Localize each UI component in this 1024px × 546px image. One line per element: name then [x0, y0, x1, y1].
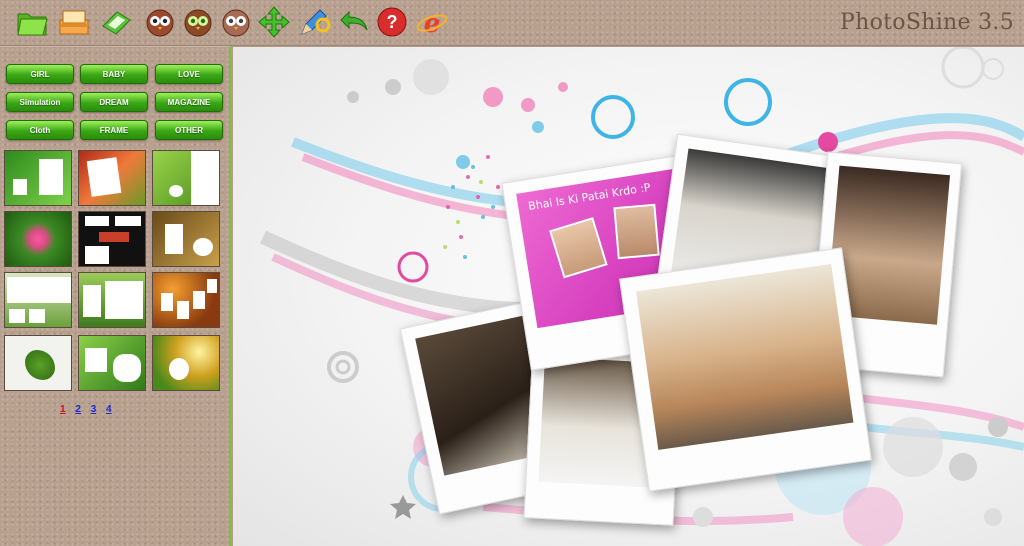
template-thumbnail[interactable] [4, 211, 72, 267]
page-link-3[interactable]: 3 [91, 404, 97, 415]
open-folder-icon[interactable] [14, 4, 50, 40]
template-thumbnail[interactable] [4, 150, 72, 206]
category-frame-button[interactable]: FRAME [80, 120, 148, 140]
sidebar: GIRL BABY LOVE Simulation DREAM MAGAZINE… [0, 46, 231, 546]
category-baby-button[interactable]: BABY [80, 64, 148, 84]
move-arrows-icon[interactable] [256, 4, 292, 40]
help-icon[interactable]: ? [374, 4, 410, 40]
category-girl-button[interactable]: GIRL [6, 64, 74, 84]
template-thumbnail[interactable] [78, 272, 146, 328]
svg-text:?: ? [387, 12, 398, 32]
category-cloth-button[interactable]: Cloth [6, 120, 74, 140]
category-simulation-button[interactable]: Simulation [6, 92, 74, 112]
edit-pencil-icon[interactable] [296, 4, 332, 40]
page-link-4[interactable]: 4 [106, 404, 112, 415]
template-thumbnail[interactable] [78, 150, 146, 206]
category-dream-button[interactable]: DREAM [80, 92, 148, 112]
template-thumbnail[interactable] [78, 211, 146, 267]
owl-icon[interactable] [142, 4, 178, 40]
category-other-button[interactable]: OTHER [155, 120, 223, 140]
category-magazine-button[interactable]: MAGAZINE [155, 92, 223, 112]
category-love-button[interactable]: LOVE [155, 64, 223, 84]
template-thumbnail[interactable] [4, 335, 72, 391]
photo-canvas[interactable]: Bhai Is Ki Patai Krdo :P [233, 47, 1024, 546]
template-thumbnail[interactable] [78, 335, 146, 391]
internet-explorer-icon[interactable]: e [414, 4, 450, 40]
template-thumbnail[interactable] [4, 272, 72, 328]
template-thumbnail[interactable] [152, 272, 220, 328]
svg-text:e: e [424, 9, 441, 38]
app-title: PhotoShine 3.5 [840, 10, 1014, 35]
owl-green-icon[interactable] [180, 4, 216, 40]
template-thumbnail[interactable] [152, 211, 220, 267]
page-link-1[interactable]: 1 [60, 404, 66, 415]
save-icon[interactable] [56, 4, 92, 40]
owl-light-icon[interactable] [218, 4, 254, 40]
template-thumbnail[interactable] [152, 150, 220, 206]
pager: 1 2 3 4 [60, 404, 119, 415]
print-icon[interactable] [98, 4, 134, 40]
page-link-2[interactable]: 2 [75, 404, 81, 415]
template-thumbnail[interactable] [152, 335, 220, 391]
toolbar: ? e PhotoShine 3.5 [0, 0, 1024, 46]
photo-frame[interactable] [619, 247, 872, 492]
undo-icon[interactable] [336, 4, 372, 40]
